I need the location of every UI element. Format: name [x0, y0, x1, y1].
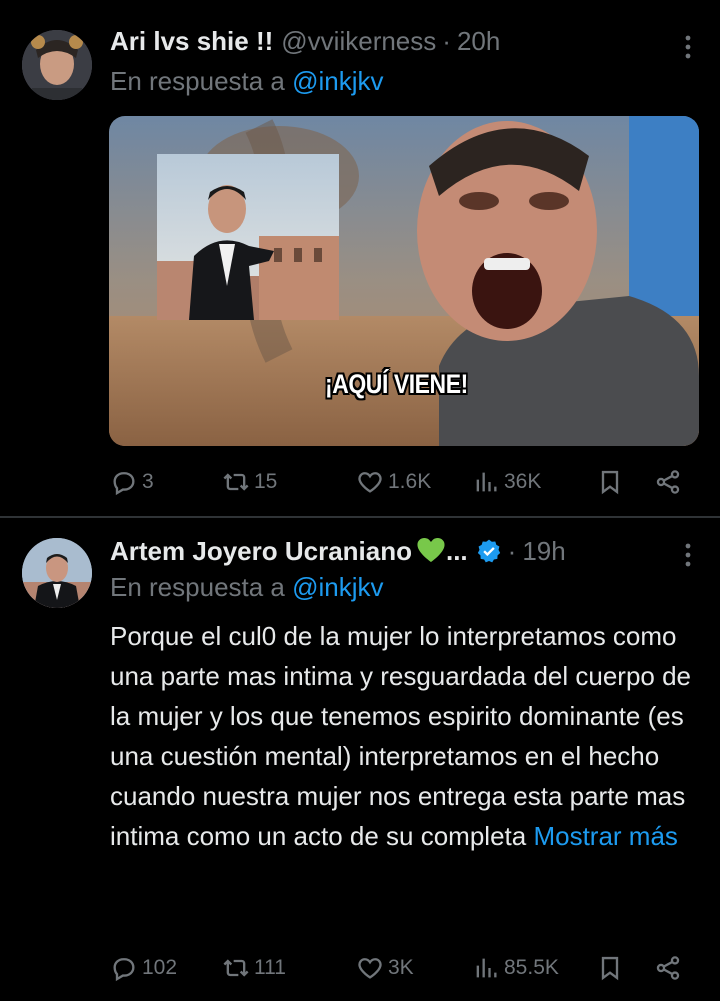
tweet-actions: 102 111 3K 85.5K: [110, 948, 700, 988]
timestamp[interactable]: 19h: [522, 536, 565, 567]
views-icon: [476, 472, 497, 492]
tweet-1[interactable]: Ari lvs shie !! @vviikerness · 20h En re…: [0, 0, 720, 518]
avatar-image: [22, 538, 92, 608]
reply-context: En respuesta a @inkjkv: [110, 572, 384, 603]
like-button[interactable]: 3K: [356, 948, 414, 988]
reply-context: En respuesta a @inkjkv: [110, 66, 384, 97]
reply-mention-link[interactable]: @inkjkv: [292, 66, 383, 96]
more-icon[interactable]: [678, 540, 698, 570]
like-count: 1.6K: [388, 470, 432, 493]
display-name-truncation: ...: [445, 536, 468, 566]
show-more-link[interactable]: Mostrar más: [533, 821, 677, 851]
reply-prefix: En respuesta a: [110, 572, 285, 602]
retweet-button[interactable]: 15: [222, 462, 277, 502]
share-icon: [656, 956, 680, 980]
share-button[interactable]: [654, 948, 682, 988]
media-caption: ¡AQUÍ VIENE!: [325, 369, 468, 399]
reply-button[interactable]: 3: [110, 462, 154, 502]
views-button[interactable]: 36K: [472, 462, 541, 502]
handle[interactable]: @vviikerness: [281, 26, 436, 57]
display-name[interactable]: Artem Joyero Ucraniano: [110, 536, 412, 567]
separator-dot: ·: [442, 26, 451, 56]
timestamp[interactable]: 20h: [457, 26, 500, 57]
tweet-media-image[interactable]: ¡AQUÍ VIENE!: [109, 116, 699, 446]
avatar[interactable]: [22, 30, 92, 100]
bookmark-button[interactable]: [596, 948, 624, 988]
reply-icon: [113, 472, 135, 496]
tweet-header: Artem Joyero Ucraniano ... · 19h: [110, 534, 690, 570]
reply-prefix: En respuesta a: [110, 66, 285, 96]
tweet-text: Porque el cul0 de la mujer lo interpreta…: [110, 616, 705, 856]
tweet-body: Porque el cul0 de la mujer lo interpreta…: [110, 621, 692, 851]
reply-count: 3: [142, 470, 154, 493]
tweet-actions: 3 15 1.6K 36K: [110, 462, 700, 502]
tweet-2[interactable]: Artem Joyero Ucraniano ... · 19h En resp…: [0, 518, 720, 1001]
views-button[interactable]: 85.5K: [472, 948, 559, 988]
views-count: 85.5K: [504, 956, 559, 979]
views-count: 36K: [504, 470, 542, 493]
like-count: 3K: [388, 956, 414, 979]
like-button[interactable]: 1.6K: [356, 462, 431, 502]
reply-button[interactable]: 102: [110, 948, 177, 988]
bookmark-icon: [601, 956, 619, 981]
retweet-icon: [223, 959, 249, 977]
more-icon[interactable]: [678, 32, 698, 62]
tweet-header: Ari lvs shie !! @vviikerness · 20h: [110, 26, 690, 62]
like-icon: [358, 958, 382, 979]
avatar[interactable]: [22, 538, 92, 608]
share-button[interactable]: [654, 462, 682, 502]
retweet-button[interactable]: 111: [222, 948, 286, 988]
display-name[interactable]: Ari lvs shie !!: [110, 26, 273, 57]
avatar-image: [22, 30, 92, 100]
bookmark-button[interactable]: [596, 462, 624, 502]
retweet-icon: [223, 473, 249, 491]
retweet-count: 111: [254, 956, 286, 979]
reply-mention-link[interactable]: @inkjkv: [292, 572, 383, 602]
like-icon: [358, 472, 382, 493]
views-icon: [476, 958, 497, 978]
reply-icon: [113, 958, 135, 982]
verified-icon: [476, 538, 502, 564]
bookmark-icon: [601, 470, 619, 495]
separator-dot: ·: [507, 536, 517, 566]
reply-count: 102: [142, 956, 178, 979]
green-heart-emoji: [416, 537, 446, 563]
share-icon: [656, 470, 680, 494]
retweet-count: 15: [254, 470, 278, 493]
